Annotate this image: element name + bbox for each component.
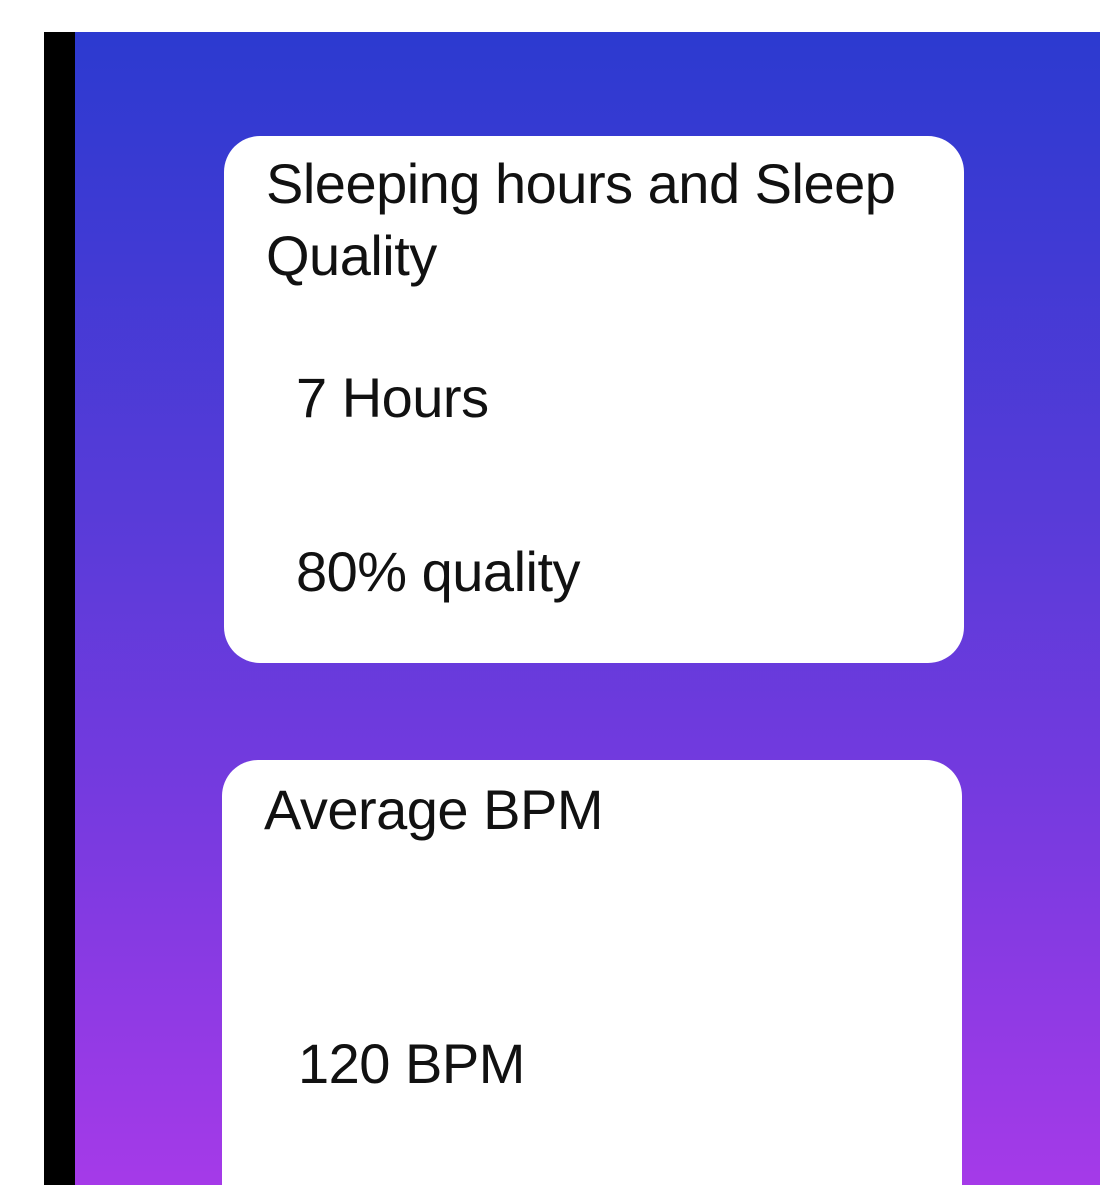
bpm-card[interactable]: Average BPM 120 BPM: [222, 760, 962, 1185]
page: Sleeping hours and Sleep Quality 7 Hours…: [0, 0, 1100, 1185]
left-edge-bar: [44, 32, 75, 1185]
bpm-value: 120 BPM: [298, 1032, 525, 1095]
sleep-hours-value: 7 Hours: [296, 366, 489, 429]
sleep-card[interactable]: Sleeping hours and Sleep Quality 7 Hours…: [224, 136, 964, 663]
sleep-quality-value: 80% quality: [296, 540, 581, 603]
sleep-card-title: Sleeping hours and Sleep Quality: [266, 152, 896, 287]
bpm-card-title: Average BPM: [264, 778, 603, 841]
